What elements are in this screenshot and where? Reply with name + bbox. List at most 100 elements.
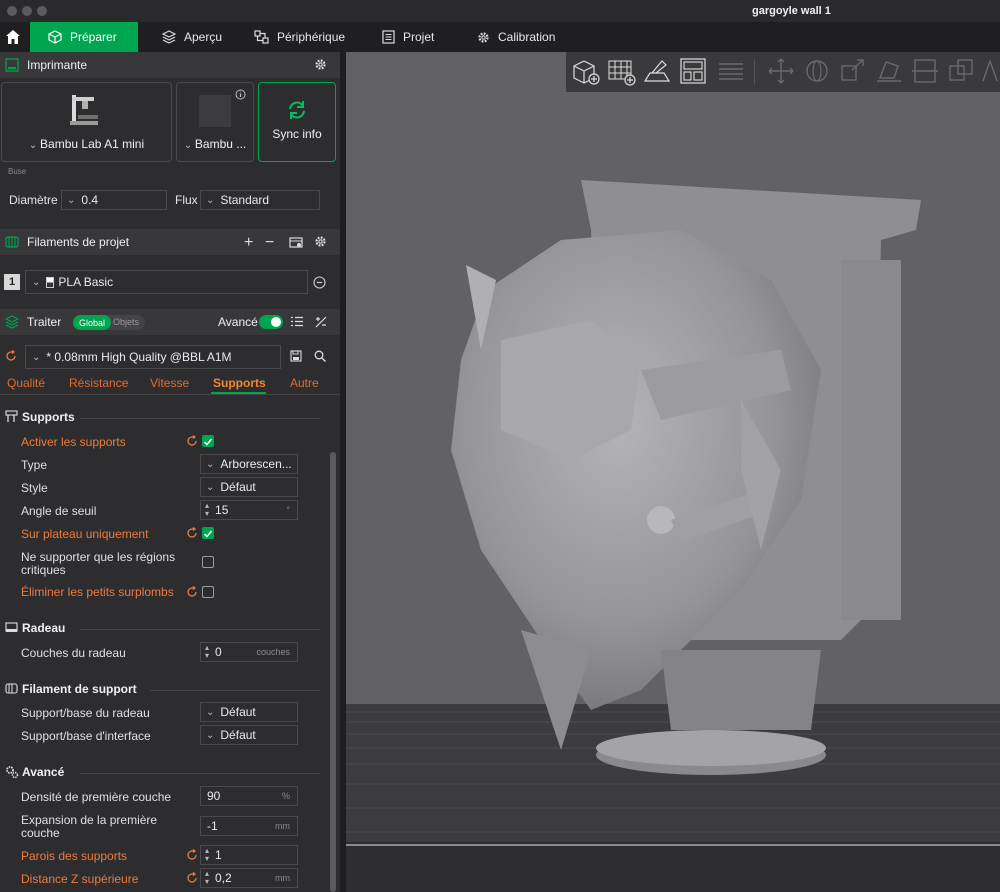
on-plate-only-label: Sur plateau uniquement <box>21 527 149 541</box>
cut-icon[interactable] <box>910 56 940 86</box>
printer-settings-button[interactable] <box>314 58 327 71</box>
gear-icon <box>315 236 326 247</box>
tab-prepare[interactable]: Préparer <box>30 22 138 52</box>
printer-section-header: Imprimante <box>0 52 340 78</box>
settings-panel: Imprimante ⌄ Bambu Lab A1 mini ⌄ Bambu .… <box>0 52 340 892</box>
process-section-header: Traiter Global Objets Avancé <box>0 309 340 335</box>
settings-scrollbar[interactable] <box>330 452 336 892</box>
filament-sync-button[interactable] <box>289 235 303 249</box>
support-type-select[interactable]: ⌄ Arborescen... <box>200 454 298 474</box>
scale-icon[interactable] <box>838 56 868 86</box>
gargoyle-model[interactable] <box>441 170 941 782</box>
zoom-window-button[interactable] <box>37 6 47 16</box>
critical-regions-checkbox[interactable] <box>202 556 214 568</box>
reset-remove-small-overhangs-button[interactable] <box>186 586 198 598</box>
subtab-strength[interactable]: Résistance <box>69 376 128 390</box>
rotate-icon[interactable] <box>802 56 832 86</box>
3d-viewport[interactable] <box>346 52 1000 892</box>
spinner-icon[interactable]: ▴ ▾ <box>205 644 209 660</box>
subtab-speed[interactable]: Vitesse <box>150 376 189 390</box>
process-preset-select[interactable]: ⌄ * 0.08mm High Quality @BBL A1M <box>25 345 281 369</box>
first-layer-density-input[interactable]: 90 % <box>200 786 298 806</box>
save-preset-button[interactable] <box>290 350 302 362</box>
scope-toggle[interactable]: Global Objets <box>73 315 145 330</box>
raft-base-filament-select[interactable]: ⌄ Défaut <box>200 702 298 722</box>
printer-select-card[interactable]: ⌄ Bambu Lab A1 mini <box>1 82 172 162</box>
first-layer-expansion-input[interactable]: -1 mm <box>200 816 298 836</box>
add-object-icon[interactable] <box>570 56 600 86</box>
flow-value: Standard <box>220 193 270 207</box>
support-walls-input[interactable]: ▴ ▾ 1 <box>200 845 298 865</box>
threshold-angle-label: Angle de seuil <box>21 504 97 518</box>
spinner-icon[interactable]: ▴ ▾ <box>205 502 209 518</box>
reset-on-plate-only-button[interactable] <box>186 527 198 539</box>
reset-icon[interactable] <box>5 350 17 362</box>
filament-settings-button[interactable] <box>314 235 327 248</box>
interface-filament-select[interactable]: ⌄ Défaut <box>200 725 298 745</box>
raft-layers-label: Couches du radeau <box>21 646 126 660</box>
diameter-value: 0.4 <box>81 193 99 207</box>
subtab-quality[interactable]: Qualité <box>7 376 45 390</box>
remove-filament-row-button[interactable] <box>313 276 326 289</box>
spinner-icon[interactable]: ▴ ▾ <box>205 870 209 886</box>
diameter-select[interactable]: ⌄ 0.4 <box>61 190 167 210</box>
reset-enable-supports-button[interactable] <box>186 435 198 447</box>
advanced-label: Avancé <box>218 315 258 329</box>
search-settings-button[interactable] <box>314 350 326 362</box>
threshold-angle-value: 15 <box>215 503 229 517</box>
filament-index: 1 <box>4 274 20 290</box>
remove-small-overhangs-checkbox[interactable] <box>202 586 214 598</box>
reset-support-walls-button[interactable] <box>186 849 198 861</box>
home-button[interactable] <box>0 22 26 52</box>
chevron-down-icon: ⌄ <box>32 351 41 363</box>
subtab-supports[interactable]: Supports <box>213 376 266 390</box>
sync-info-button[interactable]: Sync info <box>258 82 336 162</box>
filaments-section-title: Filaments de projet <box>27 235 130 249</box>
split-layers-icon[interactable] <box>716 56 746 86</box>
reset-top-z-distance-button[interactable] <box>186 872 198 884</box>
settings-subtabs: Qualité Résistance Vitesse Supports Autr… <box>0 372 340 396</box>
remove-filament-button[interactable]: − <box>265 234 274 252</box>
list-view-button[interactable] <box>291 316 303 327</box>
top-z-distance-label: Distance Z supérieure <box>21 872 139 886</box>
auto-orient-icon[interactable] <box>642 56 672 86</box>
tab-project[interactable]: Projet <box>382 22 434 52</box>
minus-circle-icon <box>313 276 326 289</box>
close-window-button[interactable] <box>7 6 17 16</box>
flow-select[interactable]: ⌄ Standard <box>200 190 320 210</box>
first-layer-density-unit: % <box>281 791 290 801</box>
support-style-select[interactable]: ⌄ Défaut <box>200 477 298 497</box>
compare-presets-button[interactable] <box>315 316 327 328</box>
group-separator <box>150 690 320 691</box>
add-filament-button[interactable]: + <box>244 234 253 252</box>
chevron-down-icon: ⌄ <box>183 140 195 151</box>
scope-objects-option[interactable]: Objets <box>113 317 139 327</box>
info-icon[interactable] <box>235 89 246 100</box>
subtab-divider <box>0 394 340 395</box>
on-plate-only-checkbox[interactable] <box>202 527 214 539</box>
filaments-section-header: Filaments de projet + − <box>0 229 340 255</box>
support-walls-value: 1 <box>215 848 222 862</box>
tab-calibration[interactable]: Calibration <box>477 22 555 52</box>
arrange-icon[interactable] <box>678 56 708 86</box>
filament-select[interactable]: ⌄ PLA Basic <box>25 270 308 294</box>
threshold-angle-input[interactable]: ▴ ▾ 15 ° <box>200 500 298 520</box>
filament-color-icon <box>46 276 55 288</box>
advanced-toggle[interactable] <box>259 315 283 329</box>
support-paint-icon[interactable] <box>980 56 1000 86</box>
spinner-icon[interactable]: ▴ ▾ <box>205 847 209 863</box>
add-plate-icon[interactable] <box>606 56 636 86</box>
subtab-other[interactable]: Autre <box>290 376 319 390</box>
top-z-distance-input[interactable]: ▴ ▾ 0,2 mm <box>200 868 298 888</box>
mesh-boolean-icon[interactable] <box>946 56 976 86</box>
raft-layers-input[interactable]: ▴ ▾ 0 couches <box>200 642 298 662</box>
enable-supports-checkbox[interactable] <box>202 435 214 447</box>
minimize-window-button[interactable] <box>22 6 32 16</box>
lay-on-face-icon[interactable] <box>874 56 904 86</box>
toggle-knob <box>271 317 281 327</box>
plate-select-card[interactable]: ⌄ Bambu ... <box>176 82 254 162</box>
move-icon[interactable] <box>766 56 796 86</box>
tab-preview[interactable]: Aperçu <box>162 22 222 52</box>
scope-global-option[interactable]: Global <box>73 315 111 330</box>
tab-device[interactable]: Périphérique <box>254 22 345 52</box>
